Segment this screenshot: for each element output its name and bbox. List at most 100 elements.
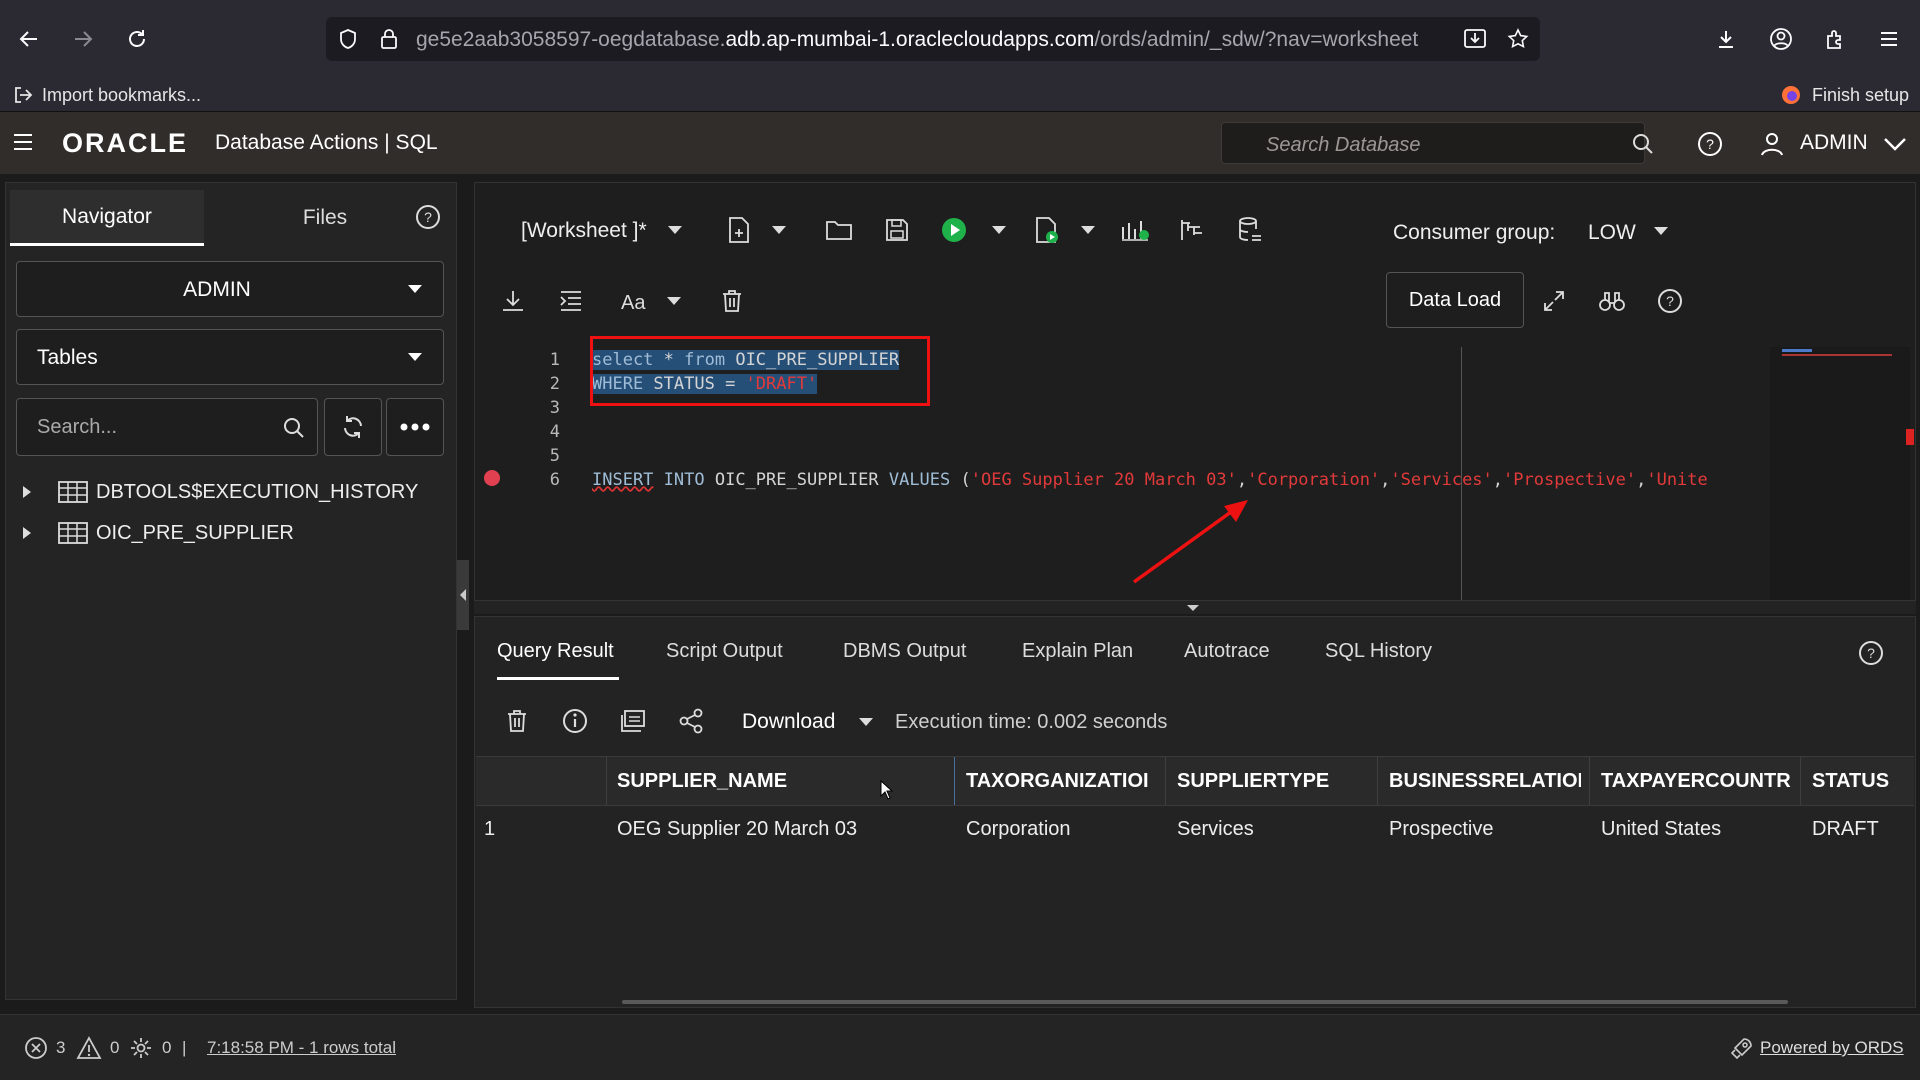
refresh-button[interactable] bbox=[324, 398, 382, 456]
reload-icon[interactable] bbox=[120, 22, 154, 56]
column-separator[interactable] bbox=[1165, 757, 1166, 805]
user-menu[interactable]: ADMIN bbox=[1800, 131, 1868, 155]
expand-icon[interactable] bbox=[1537, 284, 1571, 318]
object-type-select[interactable]: Tables bbox=[16, 329, 444, 385]
run-script-icon[interactable] bbox=[1030, 213, 1064, 247]
import-bookmarks-link[interactable]: Import bookmarks... bbox=[12, 84, 201, 106]
column-header-status[interactable]: STATUS bbox=[1812, 770, 1912, 793]
column-separator[interactable] bbox=[1589, 757, 1590, 805]
collapse-left-icon[interactable] bbox=[459, 588, 467, 602]
column-header-businessrelation[interactable]: BUSINESSRELATIOI bbox=[1389, 770, 1581, 793]
column-separator[interactable] bbox=[1800, 757, 1801, 805]
explain-plan-icon[interactable] bbox=[1118, 213, 1152, 247]
user-chevron-down-icon[interactable] bbox=[1882, 136, 1908, 152]
cell-taxpayercountry[interactable]: United States bbox=[1601, 818, 1721, 841]
column-separator[interactable] bbox=[954, 757, 955, 805]
editor-horizontal-scrollbar[interactable] bbox=[474, 600, 1916, 614]
lock-icon[interactable] bbox=[378, 27, 400, 51]
column-header-taxpayercountry[interactable]: TAXPAYERCOUNTR bbox=[1601, 770, 1793, 793]
results-help-icon[interactable]: ? bbox=[1854, 636, 1888, 670]
find-binoculars-icon[interactable] bbox=[1595, 284, 1629, 318]
cell-businessrelation[interactable]: Prospective bbox=[1389, 818, 1494, 841]
help-icon[interactable]: ? bbox=[1696, 130, 1724, 158]
panel-splitter[interactable] bbox=[457, 560, 469, 630]
settings-gear-icon[interactable] bbox=[129, 1036, 153, 1060]
font-case-caret-down-icon[interactable] bbox=[657, 284, 691, 318]
clear-editor-trash-icon[interactable] bbox=[715, 284, 749, 318]
share-icon[interactable] bbox=[674, 704, 708, 738]
shield-icon[interactable] bbox=[336, 27, 360, 51]
extensions-icon[interactable] bbox=[1818, 22, 1852, 56]
account-icon[interactable] bbox=[1764, 22, 1798, 56]
reader-save-icon[interactable] bbox=[1462, 27, 1488, 51]
tab-sql-history[interactable]: SQL History bbox=[1325, 640, 1432, 663]
app-menu-icon[interactable] bbox=[1872, 22, 1906, 56]
column-separator[interactable] bbox=[606, 757, 607, 805]
search-icon[interactable] bbox=[1630, 131, 1656, 157]
data-load-button[interactable]: Data Load bbox=[1386, 272, 1524, 328]
downloads-icon[interactable] bbox=[1709, 22, 1743, 56]
run-statement-icon[interactable] bbox=[937, 213, 971, 247]
new-worksheet-icon[interactable] bbox=[722, 213, 756, 247]
results-horizontal-scrollbar[interactable] bbox=[622, 1000, 1788, 1004]
tab-query-result[interactable]: Query Result bbox=[497, 640, 614, 663]
format-indent-icon[interactable] bbox=[554, 284, 588, 318]
warning-icon[interactable] bbox=[76, 1036, 102, 1060]
tab-files[interactable]: Files bbox=[220, 190, 430, 246]
consumer-group-caret-down-icon[interactable] bbox=[1644, 214, 1678, 248]
error-icon[interactable] bbox=[24, 1036, 48, 1060]
code-line-6[interactable]: INSERT INTO OIC_PRE_SUPPLIER VALUES ('OE… bbox=[592, 470, 1708, 490]
more-actions-button[interactable] bbox=[386, 398, 444, 456]
expand-caret-icon[interactable] bbox=[20, 484, 34, 500]
open-folder-icon[interactable] bbox=[822, 213, 856, 247]
cell-supplier-name[interactable]: OEG Supplier 20 March 03 bbox=[617, 818, 857, 841]
consumer-group-select[interactable]: LOW bbox=[1588, 221, 1636, 245]
editor-help-icon[interactable]: ? bbox=[1653, 284, 1687, 318]
tab-script-output[interactable]: Script Output bbox=[666, 640, 783, 663]
download-button[interactable]: Download bbox=[742, 710, 835, 734]
tab-explain-plan[interactable]: Explain Plan bbox=[1022, 640, 1133, 663]
worksheet-caret-down-icon[interactable] bbox=[658, 213, 692, 247]
tree-item-oic-pre-supplier[interactable]: OIC_PRE_SUPPLIER bbox=[20, 515, 294, 551]
run-caret-down-icon[interactable] bbox=[982, 213, 1016, 247]
navigator-search-icon[interactable] bbox=[281, 415, 307, 441]
execution-summary-link[interactable]: 7:18:58 PM - 1 rows total bbox=[207, 1038, 396, 1058]
star-icon[interactable] bbox=[1506, 27, 1530, 51]
user-icon[interactable] bbox=[1758, 130, 1786, 158]
download-caret-down-icon[interactable] bbox=[849, 705, 883, 739]
autotrace-icon[interactable] bbox=[1175, 213, 1209, 247]
new-worksheet-caret-down-icon[interactable] bbox=[762, 213, 796, 247]
tree-item-dbtools-execution-history[interactable]: DBTOOLS$EXECUTION_HISTORY bbox=[20, 474, 418, 510]
url-text[interactable]: ge5e2aab3058597-oegdatabase.adb.ap-mumba… bbox=[416, 28, 1418, 52]
cell-status[interactable]: DRAFT bbox=[1812, 818, 1879, 841]
cell-taxorganization[interactable]: Corporation bbox=[966, 818, 1071, 841]
expand-caret-icon[interactable] bbox=[20, 525, 34, 541]
tab-navigator[interactable]: Navigator bbox=[10, 190, 204, 246]
editor-minimap[interactable] bbox=[1770, 347, 1914, 602]
hamburger-menu-icon[interactable] bbox=[12, 132, 34, 152]
back-arrow-icon[interactable] bbox=[12, 22, 46, 56]
search-database-input[interactable]: Search Database bbox=[1221, 122, 1653, 164]
tab-dbms-output[interactable]: DBMS Output bbox=[843, 640, 966, 663]
save-icon[interactable] bbox=[880, 213, 914, 247]
breakpoint-marker[interactable] bbox=[484, 470, 500, 486]
cell-suppliertype[interactable]: Services bbox=[1177, 818, 1254, 841]
column-separator[interactable] bbox=[1377, 757, 1378, 805]
column-header-supplier-name[interactable]: SUPPLIER_NAME bbox=[617, 770, 947, 793]
info-icon[interactable] bbox=[558, 704, 592, 738]
font-case-icon[interactable]: Aa bbox=[617, 284, 651, 318]
single-record-view-icon[interactable] bbox=[616, 704, 650, 738]
powered-by-ords-link[interactable]: Powered by ORDS bbox=[1730, 1036, 1904, 1060]
clear-results-trash-icon[interactable] bbox=[500, 704, 534, 738]
database-history-icon[interactable] bbox=[1233, 213, 1267, 247]
navigator-search-input[interactable]: Search... bbox=[16, 398, 318, 456]
url-bar[interactable]: ge5e2aab3058597-oegdatabase.adb.ap-mumba… bbox=[326, 17, 1540, 61]
run-script-caret-down-icon[interactable] bbox=[1071, 213, 1105, 247]
tab-autotrace[interactable]: Autotrace bbox=[1184, 640, 1270, 663]
schema-select[interactable]: ADMIN bbox=[16, 261, 444, 317]
worksheet-tab-name[interactable]: [Worksheet ]* bbox=[521, 219, 647, 243]
column-header-taxorganization[interactable]: TAXORGANIZATIOI bbox=[966, 770, 1158, 793]
collapse-down-icon[interactable] bbox=[1186, 604, 1200, 612]
download-editor-icon[interactable] bbox=[496, 284, 530, 318]
finish-setup-link[interactable]: Finish setup bbox=[1780, 84, 1909, 106]
